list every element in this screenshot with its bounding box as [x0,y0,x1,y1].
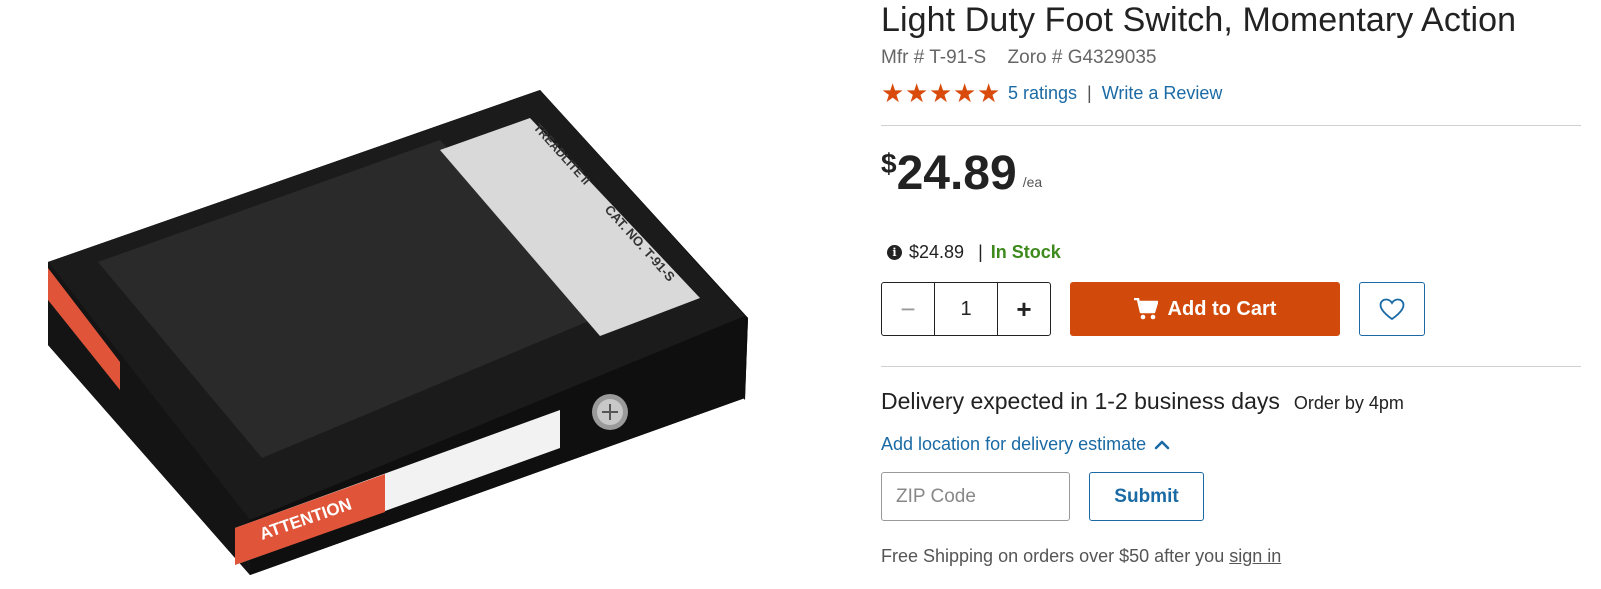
divider [881,366,1581,367]
product-ids: Mfr # T-91-S Zoro # G4329035 [881,47,1172,69]
foot-switch-photo: TREADLITE II CAT. NO. T-91-S ATTENTION [48,90,748,575]
quantity-input[interactable]: 1 [935,283,997,335]
star-icon: ★ [929,77,953,108]
write-review-link[interactable]: Write a Review [1102,83,1223,104]
stock-separator: | [978,242,983,262]
sign-in-link[interactable]: sign in [1229,546,1281,566]
add-to-cart-label: Add to Cart [1167,297,1277,320]
star-icon: ★ [977,77,1001,108]
star-icon: ★ [881,77,905,108]
ratings-count-link[interactable]: 5 ratings [1008,83,1077,104]
zoro-number: Zoro # G4329035 [1007,47,1157,68]
add-location-link[interactable]: Add location for delivery estimate [881,434,1146,455]
info-icon[interactable]: i [887,245,902,260]
add-to-cart-button[interactable]: Add to Cart [1070,282,1340,336]
star-rating: ★ ★ ★ ★ ★ [881,77,1001,108]
price-unit: /ea [1022,174,1043,190]
stock-price: $24.89 [909,242,965,262]
star-icon: ★ [905,77,929,108]
product-title: Light Duty Foot Switch, Momentary Action [881,1,1517,39]
price-amount: 24.89 [896,147,1017,200]
add-to-list-button[interactable] [1359,282,1425,336]
ratings-separator: | [1087,82,1092,103]
ratings-row: ★ ★ ★ ★ ★ 5 ratings | Write a Review [881,80,1222,106]
free-shipping-note: Free Shipping on orders over $50 after y… [881,546,1281,567]
product-details-panel: Light Duty Foot Switch, Momentary Action… [881,0,1581,589]
stock-line: i $24.89 | In Stock [887,242,1061,263]
price-display: $ 24.89 /ea [881,146,1042,202]
product-image[interactable]: TREADLITE II CAT. NO. T-91-S ATTENTION [0,0,860,589]
heart-icon [1379,298,1405,320]
zip-code-input[interactable] [881,472,1070,521]
decrease-quantity-button[interactable]: − [882,283,935,335]
cart-icon [1133,298,1158,320]
delivery-info: Delivery expected in 1-2 business days O… [881,388,1404,415]
mfr-number: Mfr # T-91-S [881,47,987,68]
star-icon: ★ [953,77,977,108]
price-currency: $ [881,148,897,179]
chevron-up-icon [1154,440,1170,450]
free-shipping-text: Free Shipping on orders over $50 after y… [881,546,1230,566]
stock-status: In Stock [990,242,1061,262]
increase-quantity-button[interactable]: + [997,283,1050,335]
divider [881,125,1581,126]
add-location-toggle[interactable]: Add location for delivery estimate [881,434,1170,455]
order-by-text: Order by 4pm [1293,393,1404,413]
quantity-stepper: − 1 + [881,282,1051,336]
delivery-heading: Delivery expected in 1-2 business days [881,388,1280,414]
zip-submit-button[interactable]: Submit [1089,472,1204,521]
